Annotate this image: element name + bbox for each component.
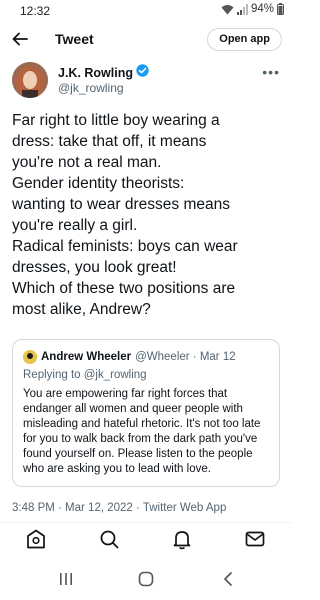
home-icon[interactable] xyxy=(25,528,47,550)
author-name-row: J.K. Rowling xyxy=(58,64,149,82)
tweet-timestamp: 3:48 PM · Mar 12, 2022 · Twitter Web App xyxy=(12,502,227,514)
open-app-button[interactable]: Open app xyxy=(207,28,282,51)
replying-to-handle[interactable]: @jk_rowling xyxy=(84,369,147,381)
quoted-tweet-body: You are empowering far right forces that… xyxy=(23,387,275,477)
bottom-tab-bar xyxy=(0,528,292,554)
tweet-text: Far right to little boy wearing a dress:… xyxy=(12,110,287,320)
status-indicators: 94% xyxy=(221,3,284,15)
status-time: 12:32 xyxy=(20,4,51,18)
back-nav-icon[interactable] xyxy=(218,570,238,588)
quoted-text-line: for you to walk back from the dark path … xyxy=(23,433,258,445)
search-icon[interactable] xyxy=(98,528,120,550)
quoted-text-line: misleading and hateful rhetoric. It's no… xyxy=(23,418,261,430)
tweet-text-line: you're not a real man. xyxy=(12,154,162,171)
tweet-text-line: most alike, Andrew? xyxy=(12,301,151,318)
quoted-author-meta: @Wheeler · Mar 12 xyxy=(135,351,236,363)
quoted-text-line: who are asking you to lead with love. xyxy=(23,463,211,475)
quoted-text-line: endanger all women and queer people with xyxy=(23,403,243,415)
author-avatar[interactable] xyxy=(12,62,48,98)
messages-icon[interactable] xyxy=(244,528,266,550)
quoted-tweet-card[interactable]: Andrew Wheeler @Wheeler · Mar 12 Replyin… xyxy=(12,339,280,487)
tweet-text-line: Radical feminists: boys can wear xyxy=(12,238,238,255)
tweet-text-line: wanting to wear dresses means xyxy=(12,196,230,213)
tweet-author: J.K. Rowling @jk_rowling ••• xyxy=(12,62,282,102)
battery-icon xyxy=(277,3,284,15)
more-options-icon[interactable]: ••• xyxy=(262,64,280,80)
quoted-text-line: You are empowering far right forces that xyxy=(23,388,228,400)
author-handle: @jk_rowling xyxy=(58,81,124,95)
signal-icon xyxy=(236,3,248,15)
tweet-text-line: dress: take that off, it means xyxy=(12,133,207,150)
quoted-author-avatar xyxy=(23,350,37,364)
replying-to: Replying to @jk_rowling xyxy=(23,369,147,381)
back-arrow-icon[interactable] xyxy=(10,29,30,49)
quoted-tweet-header: Andrew Wheeler @Wheeler · Mar 12 xyxy=(23,350,236,364)
system-nav-bar xyxy=(0,566,292,594)
divider xyxy=(0,522,292,523)
tweet-text-line: Which of these two positions are xyxy=(12,280,236,297)
app-header: Tweet Open app xyxy=(0,24,292,56)
home-button-icon[interactable] xyxy=(136,570,156,588)
wifi-icon xyxy=(221,4,234,15)
recent-apps-icon[interactable] xyxy=(56,570,76,588)
tweet-text-line: Gender identity theorists: xyxy=(12,175,185,192)
verified-badge-icon xyxy=(136,64,149,82)
tweet-text-line: dresses, you look great! xyxy=(12,259,177,276)
tweet-text-line: Far right to little boy wearing a xyxy=(12,112,220,129)
notifications-icon[interactable] xyxy=(171,528,193,550)
author-name[interactable]: J.K. Rowling xyxy=(58,66,133,80)
battery-level: 94% xyxy=(250,3,274,15)
quoted-text-line: found yourself on. Please listen to the … xyxy=(23,448,253,460)
quoted-author-name: Andrew Wheeler xyxy=(41,351,132,363)
tweet-text-line: you're really a girl. xyxy=(12,217,138,234)
page-title: Tweet xyxy=(55,31,94,47)
status-bar: 12:32 94% xyxy=(0,0,292,22)
replying-to-label: Replying to xyxy=(23,369,84,381)
